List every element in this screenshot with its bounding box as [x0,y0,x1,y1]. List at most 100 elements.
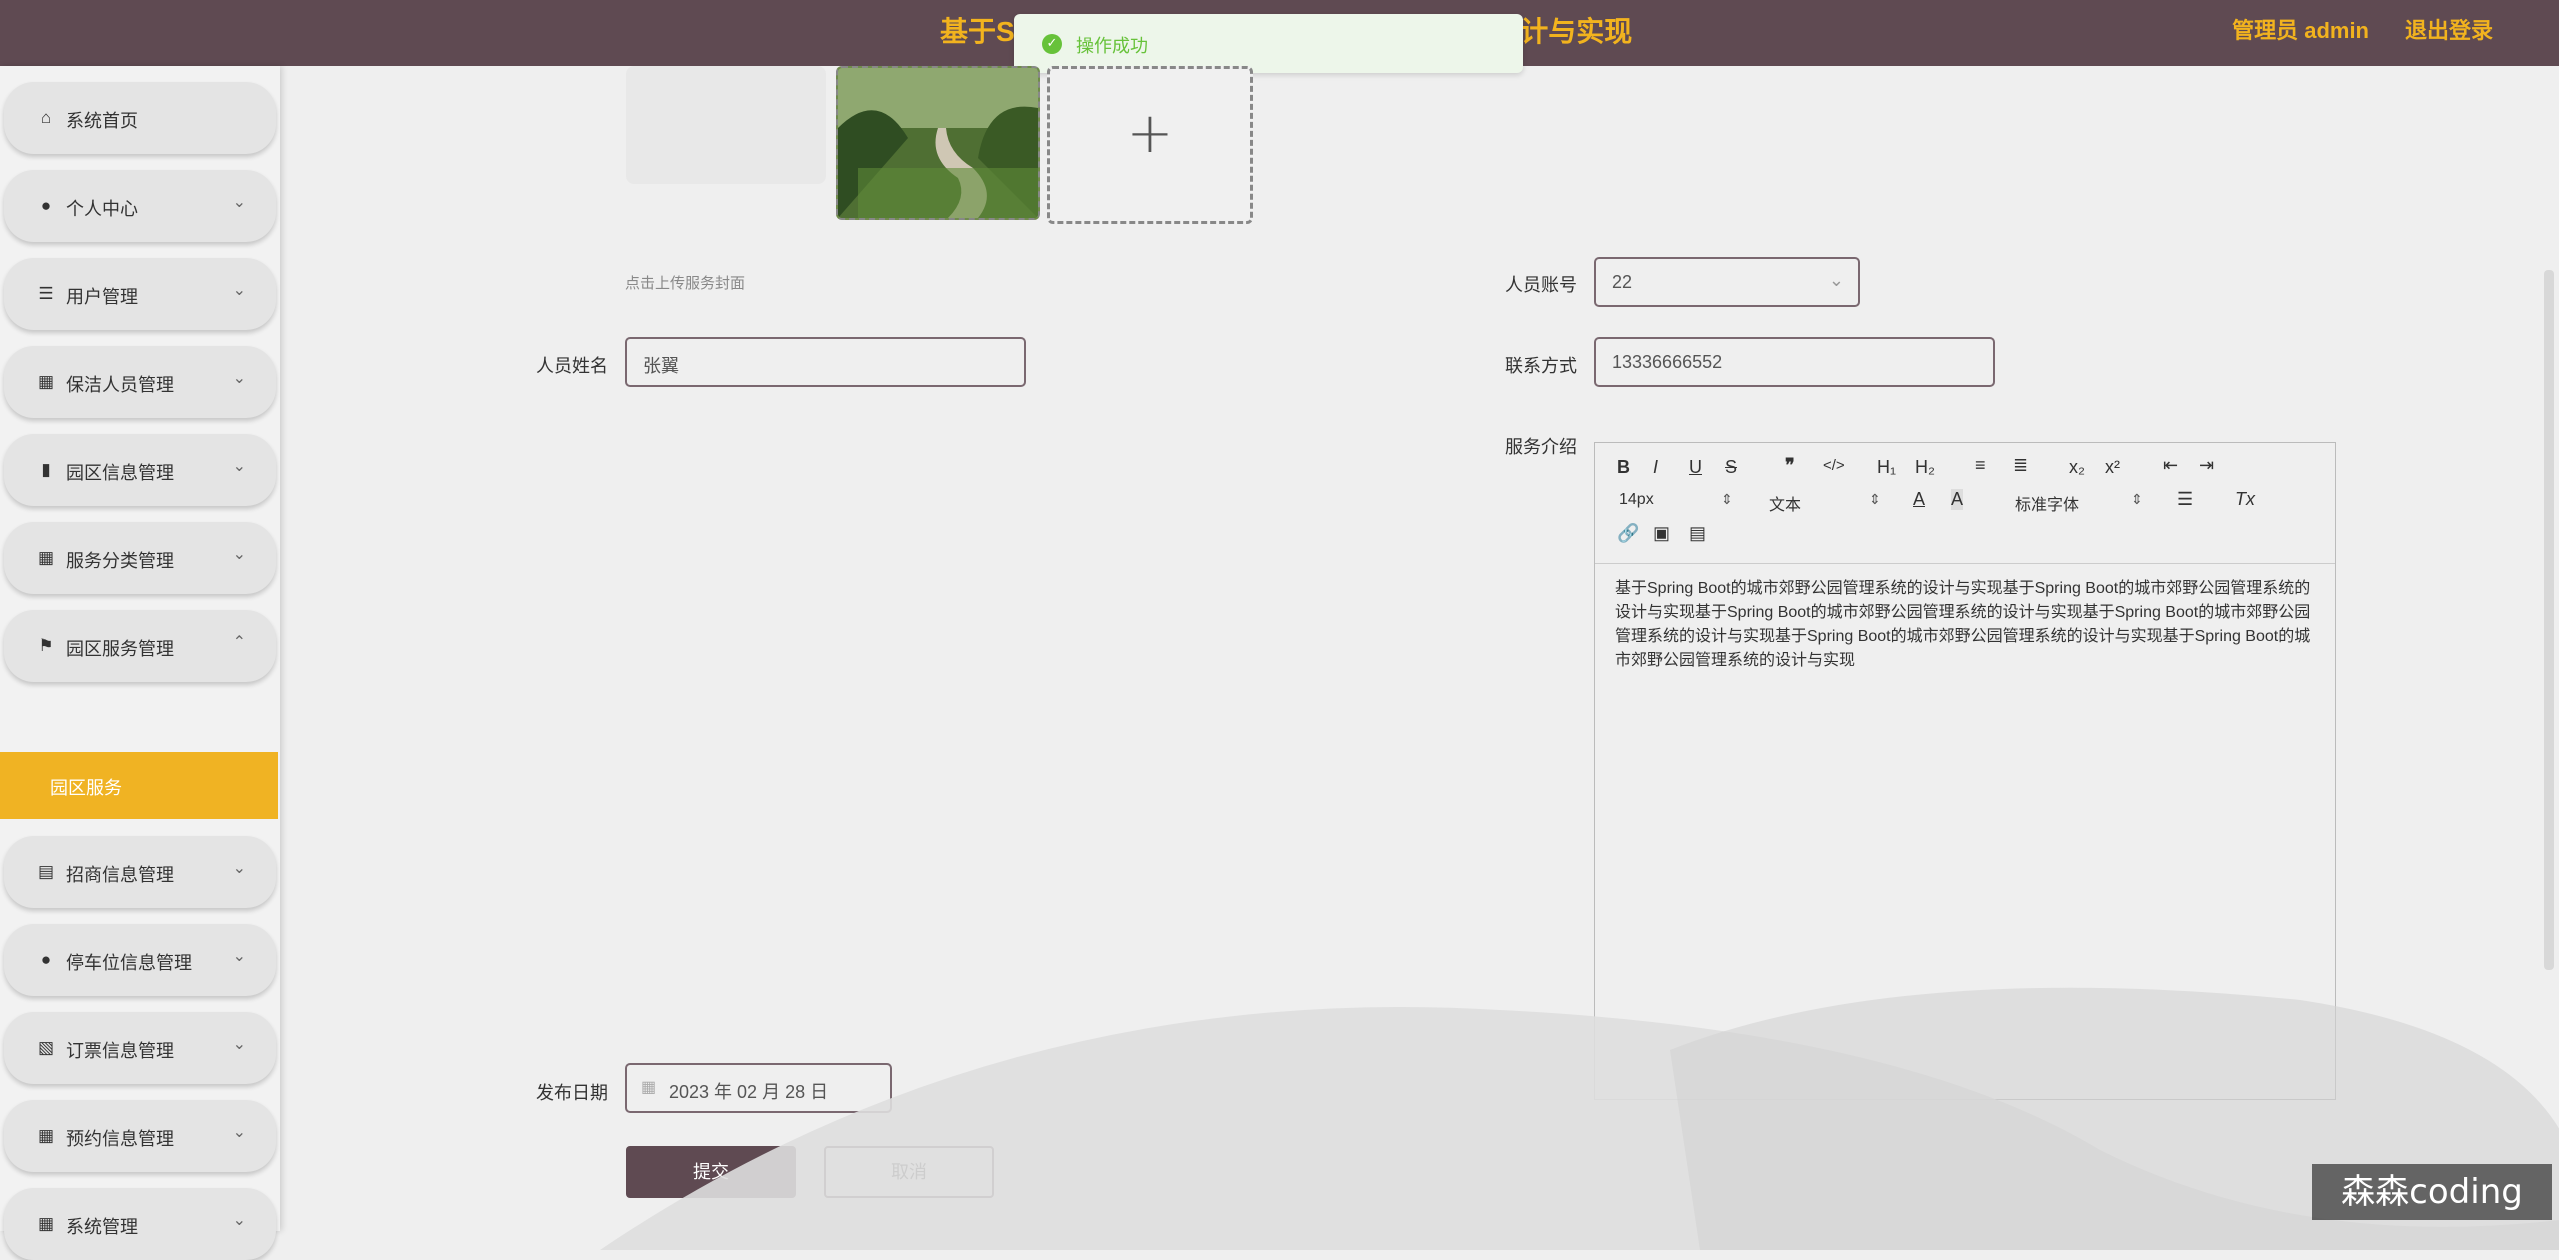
ordered-list-icon[interactable]: ≡ [1975,455,1986,476]
sidebar-item-tickets[interactable]: ▧ 订票信息管理 ⌄ [4,1012,276,1084]
sidebar-item-label: 个人中心 [66,199,138,219]
background-color-icon[interactable]: A [1951,489,1964,510]
block-type-select[interactable]: 文本 [1769,491,1801,515]
success-toast: ✓ 操作成功 [1014,14,1523,73]
sidebar-item-users[interactable]: ☰ 用户管理 ⌄ [4,258,276,330]
align-icon[interactable]: ☰ [2177,489,2193,510]
cancel-button[interactable]: 取消 [824,1146,994,1198]
account-select-value: 22 [1612,272,1633,292]
cover-image-thumbnail[interactable] [836,66,1040,220]
chevron-up-icon: ⌃ [232,634,246,651]
chevron-down-icon: ⌄ [1828,270,1844,290]
heading1-icon[interactable]: H₁ [1877,457,1896,478]
chevron-down-icon: ⌄ [232,1036,246,1053]
sidebar-item-system[interactable]: ▦ 系统管理 ⌄ [4,1188,276,1260]
name-field-value: 张翼 [643,356,679,376]
rich-text-editor[interactable]: B I U S ❞ </> H₁ H₂ ≡ ≣ x₂ x² ⇤ ⇥ 14px ⇕… [1594,442,2336,1100]
select-arrow-icon: ⇕ [2131,491,2143,507]
image-preview-ghost [626,66,826,184]
chevron-down-icon: ⌄ [232,282,246,299]
sidebar-item-cleaners[interactable]: ▦ 保洁人员管理 ⌄ [4,346,276,418]
editor-content[interactable]: 基于Spring Boot的城市郊野公园管理系统的设计与实现基于Spring B… [1615,577,2315,673]
video-icon[interactable]: ▤ [1689,523,1706,544]
account-select[interactable]: 22 ⌄ [1594,257,1860,307]
subscript-icon[interactable]: x₂ [2069,457,2085,478]
name-field[interactable]: 张翼 [625,337,1026,387]
home-icon: ⌂ [40,108,52,127]
italic-icon[interactable]: I [1653,457,1658,478]
bullet-list-icon[interactable]: ≣ [2013,455,2028,476]
font-size-select[interactable]: 14px [1619,491,1654,509]
link-icon[interactable]: 🔗 [1617,523,1639,544]
clipboard-x-icon: ▧ [37,1038,55,1057]
flag-icon: ⚑ [38,636,54,655]
outdent-icon[interactable]: ⇤ [2163,455,2178,476]
heading2-icon[interactable]: H₂ [1915,457,1935,478]
clipboard-icon: ▤ [37,862,55,881]
grid-icon: ▦ [37,548,55,567]
strikethrough-icon[interactable]: S [1725,457,1737,478]
sidebar-item-label: 系统管理 [66,1217,138,1237]
sidebar-item-home[interactable]: ⌂ 系统首页 [4,82,276,154]
sidebar-item-label: 园区信息管理 [66,463,174,483]
plus-icon: + [1126,101,1174,166]
underline-icon[interactable]: U [1689,457,1702,478]
sidebar-item-label: 预约信息管理 [66,1129,174,1149]
sidebar-item-park-service[interactable]: ⚑ 园区服务管理 ⌃ [4,610,276,682]
sidebar-item-investment[interactable]: ▤ 招商信息管理 ⌄ [4,836,276,908]
chevron-down-icon: ⌄ [232,546,246,563]
image-icon[interactable]: ▣ [1653,523,1670,544]
code-icon[interactable]: </> [1823,457,1845,474]
sidebar-subitem-label: 园区服务 [50,778,122,798]
sidebar-subitem-park-service[interactable]: 园区服务 [0,752,278,819]
chevron-down-icon: ⌄ [232,194,246,211]
sidebar-item-label: 订票信息管理 [66,1041,174,1061]
phone-field[interactable]: 13336666552 [1594,337,1995,387]
grid-icon: ▦ [37,1214,55,1233]
chevron-down-icon: ⌄ [232,948,246,965]
phone-field-value: 13336666552 [1612,352,1723,372]
sidebar-item-park-info[interactable]: ▮ 园区信息管理 ⌄ [4,434,276,506]
submit-button[interactable]: 提交 [626,1146,796,1198]
list-icon: ☰ [38,284,54,303]
logout-link[interactable]: 退出登录 [2405,13,2493,45]
calendar-icon: ▦ [641,1079,657,1096]
sidebar-item-reservations[interactable]: ▦ 预约信息管理 ⌄ [4,1100,276,1172]
current-user: 管理员 admin [2232,18,2369,43]
date-label: 发布日期 [536,1083,608,1103]
name-label: 人员姓名 [536,356,608,376]
upload-cover-button[interactable]: + [1047,66,1253,224]
sidebar-item-label: 用户管理 [66,287,138,307]
sidebar-item-label: 园区服务管理 [66,639,174,659]
grid-icon: ▦ [37,372,55,391]
phone-label: 联系方式 [1505,356,1577,376]
font-color-icon[interactable]: A [1913,489,1925,510]
watermark: 森森coding [2312,1164,2552,1220]
toast-message: 操作成功 [1076,36,1148,57]
sidebar-item-parking[interactable]: ● 停车位信息管理 ⌄ [4,924,276,996]
sidebar-item-label: 服务分类管理 [66,551,174,571]
bold-icon[interactable]: B [1617,457,1630,478]
select-arrow-icon: ⇕ [1721,491,1733,507]
chevron-down-icon: ⌄ [232,1212,246,1229]
font-family-select[interactable]: 标准字体 [2015,491,2079,515]
user-icon: ● [40,950,52,969]
bar-chart-icon: ▮ [41,460,51,479]
sidebar-item-label: 停车位信息管理 [66,953,192,973]
page-scrollbar[interactable] [2544,270,2554,970]
chevron-down-icon: ⌄ [232,370,246,387]
blockquote-icon[interactable]: ❞ [1785,455,1795,476]
clear-format-icon[interactable]: Tx [2235,489,2255,510]
chevron-down-icon: ⌄ [232,1124,246,1141]
sidebar-item-label: 招商信息管理 [66,865,174,885]
chevron-down-icon: ⌄ [232,458,246,475]
sidebar-item-service-category[interactable]: ▦ 服务分类管理 ⌄ [4,522,276,594]
superscript-icon[interactable]: x² [2105,457,2120,478]
sidebar-item-profile[interactable]: ● 个人中心 ⌄ [4,170,276,242]
account-label: 人员账号 [1505,275,1577,295]
sidebar-item-label: 保洁人员管理 [66,375,174,395]
date-picker[interactable]: ▦ 2023 年 02 月 28 日 [625,1063,892,1113]
indent-icon[interactable]: ⇥ [2199,455,2214,476]
grid-icon: ▦ [37,1126,55,1145]
editor-toolbar: B I U S ❞ </> H₁ H₂ ≡ ≣ x₂ x² ⇤ ⇥ 14px ⇕… [1595,443,2335,564]
